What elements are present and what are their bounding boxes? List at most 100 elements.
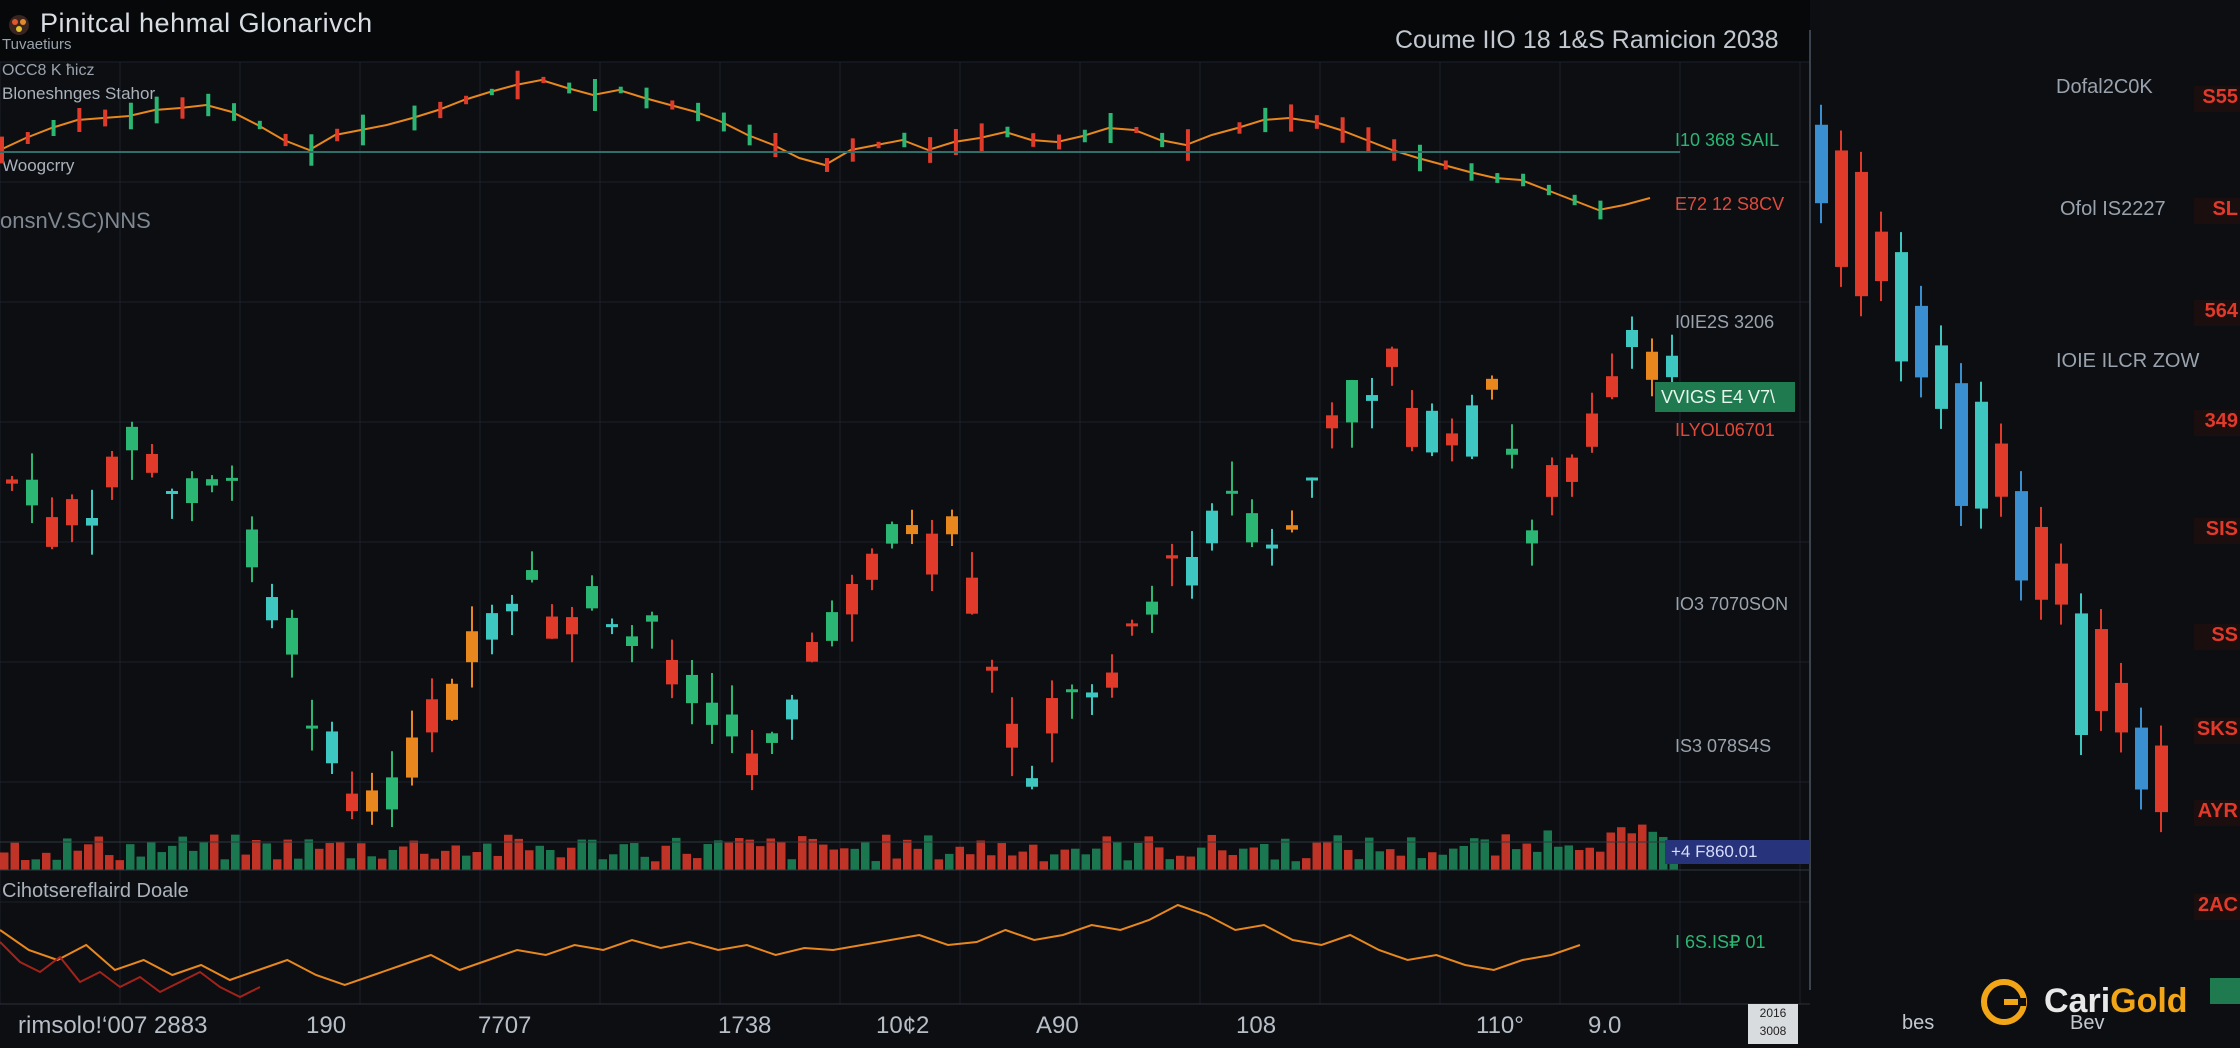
volume-bar [1239,848,1248,870]
price-label-2: E72 12 S8CV [1675,194,1785,214]
trading-screen: Pinitcal hehmal Glonarivch Tuvaetiurs OC… [0,0,2240,1048]
candle-body [1106,672,1118,688]
candle-body [26,479,38,506]
volume-bar [1071,848,1080,870]
upper-candle [644,87,649,109]
candle-body [1466,405,1478,457]
x-tick-0: rimsolo!‘007 2883 [18,1012,208,1039]
volume-bar [294,858,303,870]
upper-candle [309,134,314,166]
upper-candle [128,102,133,130]
candle-body [446,683,458,720]
right-candle-body [2015,491,2028,581]
candle-body [166,491,178,495]
volume-bar [84,844,93,870]
upper-candle [206,93,211,117]
candle-body [966,577,978,614]
volume-bar [1585,847,1594,870]
x-tick-7: 110° [1476,1012,1524,1039]
volume-bar [1312,842,1321,870]
candle-body [286,617,298,655]
volume-bar [871,861,880,870]
oscillator-path [0,903,1581,987]
volume-bar [1260,843,1269,870]
upper-candle [1546,184,1551,196]
volume-bar [1060,849,1069,870]
upper-candle [721,112,726,132]
volume-bar [598,859,607,870]
volume-bar [336,841,345,870]
volume-bar [724,842,733,870]
volume-bar [367,856,376,870]
volume-bar [105,855,114,870]
volume-bar [504,834,513,870]
upper-candle [438,101,443,119]
volume-bar [703,844,712,870]
candle-body [666,659,678,685]
volume-bar [1123,860,1132,870]
volume-bar [1270,859,1279,870]
candle-body [1206,510,1218,544]
candle-body [526,570,538,580]
candle-body [1126,623,1138,627]
volume-bar [136,856,145,870]
candle-body [126,426,138,451]
candle-body [46,517,58,547]
volume-bar [556,857,565,870]
main-chart[interactable] [0,0,2240,1048]
upper-candle [928,137,933,163]
volume-bar [766,838,775,870]
candle-body [6,479,18,484]
volume-bar [1291,861,1300,870]
volume-bar [882,834,891,870]
volume-bar [304,839,313,870]
volume-bar [0,852,9,870]
candle-body [546,616,558,639]
volume-bar [1102,836,1111,870]
candle-body [1066,689,1078,693]
volume-bar [115,860,124,870]
candle-body [226,477,238,481]
price-label-9: I 6S.IS₽ 01 [1675,932,1766,952]
right-green-marker [2210,978,2240,1004]
candle-body [1186,556,1198,586]
candle-body [346,793,358,812]
candle-body [486,613,498,640]
candle-body [1526,530,1538,544]
volume-bar [378,858,387,870]
date-box: 2016 3008 [1748,1004,1798,1044]
volume-bar [1344,849,1353,870]
brand-name-white: Cari [2044,982,2111,1020]
upper-candle [1366,127,1371,153]
candle-body [1086,692,1098,698]
right-candle-body [1815,124,1828,204]
volume-bar [840,848,849,870]
candle-body [986,666,998,671]
upper-candle [696,102,701,122]
upper-candle [1134,126,1139,134]
candle-body [1546,465,1558,497]
candle-body [1266,544,1278,549]
right-candle-body [2095,629,2108,711]
volume-bar [829,849,838,870]
volume-bar [924,835,933,870]
candle-body [86,518,98,526]
volume-bar [1606,832,1615,870]
volume-bar [346,858,355,870]
x-tick-3: 1738 [718,1012,772,1039]
volume-bar [1428,852,1437,870]
upper-candle [335,128,340,142]
volume-bar [525,850,534,870]
candle-body [686,674,698,704]
candle-body [1326,415,1338,429]
candle-body [786,699,798,720]
right-label-2: Ofol IS2227 [2060,198,2166,220]
upper-candle [876,141,881,149]
volume-bar [934,859,943,870]
upper-candle [747,124,752,146]
candle-body [1446,433,1458,446]
volume-bar [913,848,922,870]
candle-body [866,553,878,580]
upper-candle [1314,115,1319,129]
volume-bar [1249,847,1258,870]
